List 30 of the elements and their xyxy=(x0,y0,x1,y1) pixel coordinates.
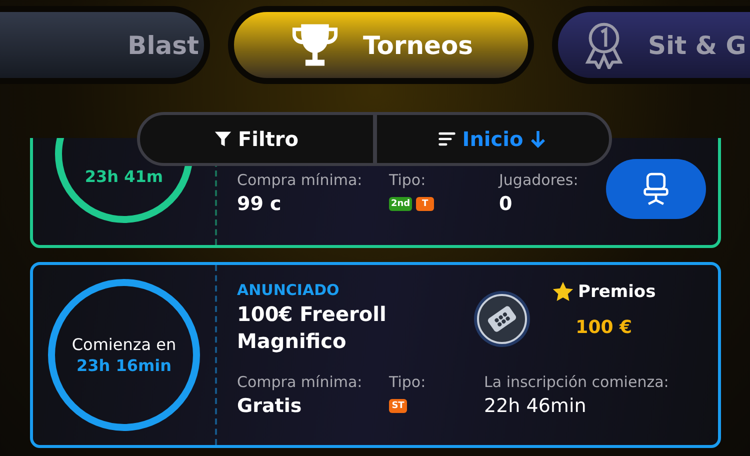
info-label: Jugadores: xyxy=(499,171,580,189)
type-badge: 2nd xyxy=(389,197,412,211)
buyin-value: 99 c xyxy=(237,193,282,215)
countdown-time: 23h 41m xyxy=(84,167,164,186)
info-value: 22h 46min xyxy=(484,395,588,417)
category-tab[interactable]: Torneos xyxy=(228,6,534,84)
prize-amount: 100 € xyxy=(576,317,632,338)
type-badge: T xyxy=(416,197,434,211)
status-label: ANUNCIADO xyxy=(237,281,340,299)
category-tab[interactable]: Sit & G xyxy=(552,6,750,84)
buyin-value: Gratis xyxy=(237,395,303,417)
category-tab[interactable]: Blast xyxy=(0,6,210,84)
countdown-time: 23h 16min xyxy=(76,356,172,375)
prize-label: Premios xyxy=(578,282,656,302)
type-label: Tipo: xyxy=(389,373,427,391)
type-badge: ST xyxy=(389,399,407,413)
tournament-name: 100€ Freeroll Magnifico xyxy=(237,301,388,355)
sort-lines-icon xyxy=(438,130,456,148)
filter-icon xyxy=(214,130,232,148)
type-label: Tipo: xyxy=(389,171,427,189)
star-icon xyxy=(552,281,574,303)
buyin-label: Compra mínima: xyxy=(237,171,364,189)
ticket-icon xyxy=(472,289,532,349)
info-label: La inscripción comienza: xyxy=(484,373,670,391)
chair-icon xyxy=(642,172,670,206)
countdown-label: Comienza en xyxy=(72,335,176,354)
tournament-card[interactable]: Comienza en 23h 16min ANUNCIADO 100€ Freeroll Magnifico Premios 100 € Compra mínima: Gratis Tipo: ST La inscripción comienza: 22h 46min xyxy=(30,262,721,448)
buyin-label: Compra mínima: xyxy=(237,373,364,391)
arrow-down-icon xyxy=(529,130,548,148)
info-value: 0 xyxy=(499,193,514,215)
